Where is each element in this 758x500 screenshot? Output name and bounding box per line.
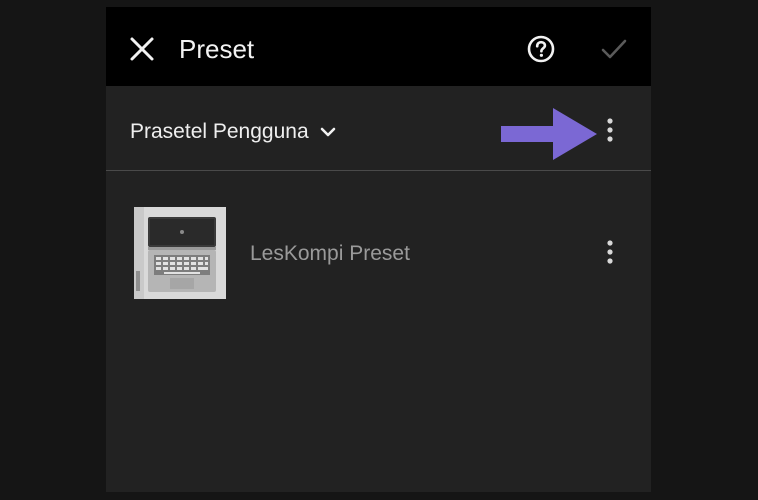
close-button[interactable] (128, 35, 156, 63)
preset-item[interactable]: LesKompi Preset (106, 197, 651, 307)
chevron-down-icon (320, 127, 335, 137)
divider (106, 170, 651, 171)
help-circle-icon (527, 35, 555, 63)
preset-group-dropdown[interactable]: Prasetel Pengguna (130, 119, 336, 145)
checkmark-icon (601, 39, 627, 59)
page-title: Preset (179, 34, 255, 64)
preset-group-row: Prasetel Pengguna (106, 86, 651, 170)
preset-panel: Preset Prasetel Pengguna LesKompi Preset (106, 7, 651, 492)
top-bar: Preset (106, 7, 651, 86)
preset-group-label: Prasetel Pengguna (130, 120, 309, 143)
group-more-button[interactable] (600, 115, 620, 149)
laptop-thumbnail (134, 207, 226, 299)
preset-more-button[interactable] (600, 237, 620, 271)
more-vertical-icon (607, 118, 613, 142)
arrow-right-icon (501, 108, 597, 160)
help-button[interactable] (527, 35, 555, 63)
close-icon (130, 37, 154, 61)
confirm-button[interactable] (600, 36, 628, 62)
more-vertical-icon (607, 240, 613, 264)
preset-name: LesKompi Preset (250, 242, 410, 265)
